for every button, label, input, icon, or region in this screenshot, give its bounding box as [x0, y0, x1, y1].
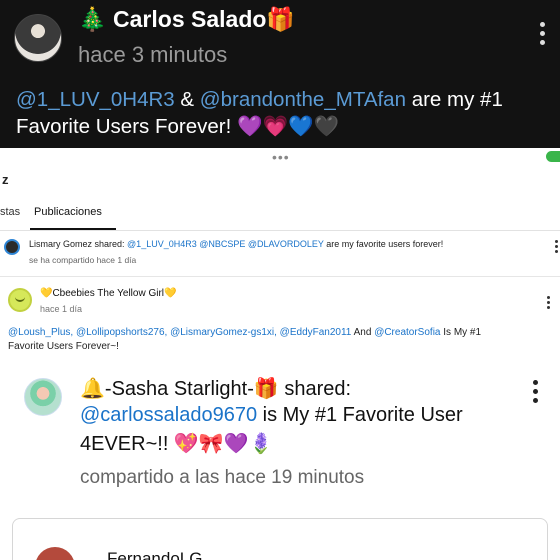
- page-title: z: [2, 172, 9, 187]
- shared-post-text: Lismary Gomez shared: @1_LUV_0H4R3 @NBCS…: [29, 239, 443, 249]
- post-text-and: And: [351, 327, 375, 338]
- more-options-icon[interactable]: [555, 240, 558, 255]
- tab-publicaciones[interactable]: Publicaciones: [34, 206, 102, 218]
- more-options-icon[interactable]: [538, 22, 546, 49]
- post-author[interactable]: 🎄 Carlos Salado🎁: [78, 6, 295, 33]
- avatar[interactable]: [35, 547, 75, 560]
- top-post: 🎄 Carlos Salado🎁 hace 3 minutos @1_LUV_0…: [0, 0, 560, 148]
- mention-link[interactable]: @CreatorSofia: [374, 327, 440, 338]
- mention-link[interactable]: @1_LUV_0H4R3: [16, 88, 175, 111]
- post-text-line2: 4EVER~!! 💖🎀💜🪻: [80, 433, 274, 455]
- shared-text-rest: are my favorite users forever!: [323, 239, 444, 249]
- mention-link[interactable]: @Loush_Plus, @Lollipopshorts276, @Lismar…: [8, 327, 351, 338]
- shared-post: 🔔-Sasha Starlight-🎁 shared: @carlossalad…: [0, 370, 560, 500]
- post-timestamp: hace 1 día: [40, 304, 83, 314]
- mention-link[interactable]: @carlossalado9670: [80, 404, 257, 426]
- more-options-icon[interactable]: [533, 380, 538, 407]
- drag-handle-icon[interactable]: •••: [272, 150, 290, 164]
- toggle-switch[interactable]: [546, 151, 560, 162]
- post-text-connector: &: [174, 88, 200, 111]
- mention-link[interactable]: @brandonthe_MTAfan: [200, 88, 406, 111]
- divider: [0, 230, 560, 231]
- avatar[interactable]: [14, 14, 62, 62]
- post-text: @Loush_Plus, @Lollipopshorts276, @Lismar…: [8, 326, 553, 354]
- shared-timestamp: compartido a las hace 19 minutos: [80, 467, 365, 488]
- post-text-rest: are my #1: [406, 88, 503, 111]
- post-card[interactable]: FernandoLG: [12, 518, 548, 560]
- more-options-icon[interactable]: [547, 296, 550, 311]
- post-author[interactable]: FernandoLG: [107, 549, 202, 560]
- post-text-rest: Is My #1: [440, 327, 482, 338]
- post-item: 💛Cbeebies The Yellow Girl💛 hace 1 día @L…: [0, 280, 560, 360]
- post-timestamp: hace 3 minutos: [78, 42, 228, 67]
- shared-timestamp: se ha compartido hace 1 día: [29, 255, 137, 265]
- post-text-rest: is My #1 Favorite User: [257, 404, 463, 426]
- post-text-line2: Favorite Users Forever~!: [8, 341, 119, 352]
- shared-by[interactable]: Lismary Gomez shared:: [29, 239, 127, 249]
- shared-post-row[interactable]: Lismary Gomez shared: @1_LUV_0H4R3 @NBCS…: [0, 236, 560, 272]
- post-text-line2: Favorite Users Forever! 💜💗💙🖤: [16, 115, 340, 138]
- post-text: @carlossalado9670 is My #1 Favorite User: [80, 404, 463, 427]
- posts-sheet: ••• z stas Publicaciones Lismary Gomez s…: [0, 148, 560, 560]
- mention-link[interactable]: @1_LUV_0H4R3 @NBCSPE @DLAVORDOLEY: [127, 239, 324, 249]
- tab-stats[interactable]: stas: [0, 206, 20, 218]
- post-text: @1_LUV_0H4R3 & @brandonthe_MTAfan are my…: [16, 86, 556, 140]
- avatar[interactable]: [8, 288, 32, 312]
- avatar[interactable]: [24, 378, 62, 416]
- post-author[interactable]: 💛Cbeebies The Yellow Girl💛: [40, 288, 176, 299]
- shared-by[interactable]: 🔔-Sasha Starlight-🎁 shared:: [80, 376, 351, 401]
- divider: [0, 276, 560, 277]
- avatar[interactable]: [4, 239, 20, 255]
